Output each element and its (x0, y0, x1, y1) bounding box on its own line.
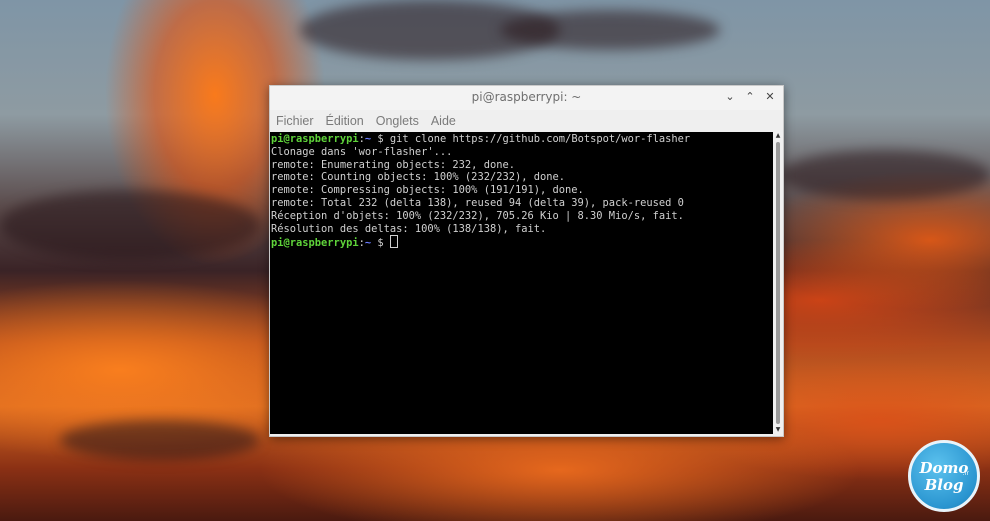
menu-fichier[interactable]: Fichier (276, 114, 314, 128)
scroll-down-arrow-icon[interactable]: ▼ (773, 426, 783, 434)
menu-onglets[interactable]: Onglets (376, 114, 419, 128)
terminal-output-line: remote: Compressing objects: 100% (191/1… (271, 184, 584, 197)
menu-aide[interactable]: Aide (431, 114, 456, 128)
terminal-output-area[interactable]: pi@raspberrypi:~ $ git clone https://git… (270, 132, 773, 434)
menu-edition[interactable]: Édition (326, 114, 364, 128)
logo-text-blog: Blog (924, 476, 964, 494)
terminal-lines: pi@raspberrypi:~ $ git clone https://git… (271, 133, 690, 250)
menubar: Fichier Édition Onglets Aide (270, 110, 783, 132)
wallpaper-cloud (0, 190, 260, 260)
prompt-symbol: $ (371, 133, 390, 145)
terminal-output-line: Résolution des deltas: 100% (138/138), f… (271, 222, 547, 235)
terminal-output-line: remote: Total 232 (delta 138), reused 94… (271, 196, 684, 209)
close-button[interactable]: ✕ (763, 89, 777, 105)
terminal-cursor (389, 235, 398, 249)
terminal-window[interactable]: pi@raspberrypi: ~ ⌄ ⌃ ✕ Fichier Édition … (269, 85, 784, 437)
terminal-command: git clone https://github.com/Botspot/wor… (389, 133, 691, 145)
wallpaper-cloud (780, 150, 990, 200)
prompt-user: pi@raspberrypi (271, 237, 359, 250)
minimize-button[interactable]: ⌄ (723, 89, 737, 105)
wallpaper-cloud (60, 420, 260, 460)
terminal-scrollbar[interactable]: ▲ ▼ (773, 132, 783, 434)
terminal-output-line: Réception d'objets: 100% (232/232), 705.… (271, 209, 684, 222)
desktop-wallpaper: pi@raspberrypi: ~ ⌄ ⌃ ✕ Fichier Édition … (0, 0, 990, 521)
wallpaper-cloud (500, 10, 720, 50)
window-controls: ⌄ ⌃ ✕ (723, 89, 777, 105)
terminal-output-line: remote: Enumerating objects: 232, done. (271, 158, 515, 171)
scroll-up-arrow-icon[interactable]: ▲ (773, 132, 783, 140)
prompt-symbol: $ (371, 237, 390, 250)
terminal-output-line: Clonage dans 'wor-flasher'... (271, 145, 453, 158)
window-title: pi@raspberrypi: ~ (471, 90, 582, 104)
maximize-button[interactable]: ⌃ (743, 89, 757, 105)
prompt-user: pi@raspberrypi (271, 133, 359, 145)
terminal-prompt-line: pi@raspberrypi:~ $ (271, 235, 690, 250)
scrollbar-thumb[interactable] (776, 142, 780, 424)
domoblog-logo: Domo Blog .fr (908, 440, 980, 512)
window-titlebar[interactable]: pi@raspberrypi: ~ ⌄ ⌃ ✕ (270, 86, 783, 110)
terminal-prompt-line: pi@raspberrypi:~ $ git clone https://git… (271, 133, 690, 146)
terminal-output-line: remote: Counting objects: 100% (232/232)… (271, 171, 566, 184)
logo-text-suffix: .fr (962, 470, 970, 477)
